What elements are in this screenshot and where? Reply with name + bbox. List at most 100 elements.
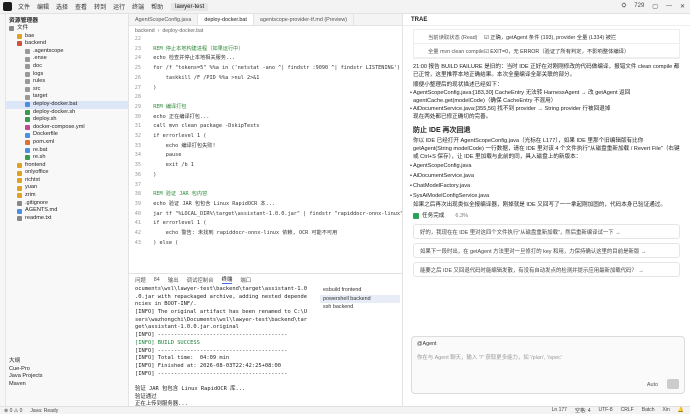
menu-item-view[interactable]: 查看 <box>75 2 87 11</box>
panel-tab[interactable]: 输出 <box>168 276 179 284</box>
tree-item[interactable]: .agentscope <box>6 48 128 56</box>
close-icon[interactable]: ✕ <box>680 3 685 10</box>
menu-item-go[interactable]: 转到 <box>94 2 106 11</box>
menu-item-select[interactable]: 选择 <box>56 2 68 11</box>
code-view[interactable]: 22 23 REM 停止本地构建进程（如果运行中） 24 echo 检查并停止本地相… <box>129 35 402 248</box>
cursor-position[interactable]: Ln 177 <box>552 407 567 414</box>
editor-tab[interactable]: agentscope-provider-tf.md (Preview) <box>254 14 355 25</box>
chat-input-placeholder[interactable]: 你在与 Agent 聊天，输入 "/" 获取更多能力，如 '/plan', '/… <box>417 353 562 361</box>
chat-input-box[interactable]: @Agent 你在与 Agent 聊天，输入 "/" 获取更多能力，如 '/pl… <box>411 336 685 394</box>
ide-window: 文件 编辑 选择 查看 转到 运行 终端 帮助 lawyer-test ⛭ 72… <box>0 0 690 414</box>
tree-item[interactable]: deploy-docker.bat <box>6 100 128 109</box>
tree-item[interactable]: logs <box>6 71 128 79</box>
tree-item[interactable]: docker-compose.yml <box>6 124 128 132</box>
panel-tab[interactable]: 调试控制台 <box>187 276 214 284</box>
tree-item[interactable]: target <box>6 93 128 101</box>
status-right: Ln 177 空格: 4 UTF-8 CRLF Batch Xin 🔔 <box>552 407 690 414</box>
tree-item[interactable]: AGENTS.md <box>6 207 128 215</box>
terminal-instance[interactable]: powershell backend <box>320 294 400 303</box>
menu-item-file[interactable]: 文件 <box>18 2 30 11</box>
line-number: 40 <box>134 210 141 217</box>
maximize-icon[interactable]: ▢ <box>652 3 658 10</box>
terminal-line: [INFO] Total time: 04:09 min <box>135 355 230 362</box>
suggestion-button[interactable]: 好的，我现在在 IDE 里对这四个文件执行"从磁盘重新加载"，然后重新编译试一下… <box>413 224 680 239</box>
suggestion-button[interactable]: 能要之后 IDE 又回退代码时能编辑发散，有没有自动发点的检测并提示应用最新加载… <box>413 262 680 277</box>
menu-item-edit[interactable]: 编辑 <box>37 2 49 11</box>
file-icon <box>17 170 22 176</box>
bell-icon[interactable]: 🔔 <box>678 407 684 414</box>
encoding[interactable]: UTF-8 <box>599 407 613 414</box>
tree-item[interactable]: bae <box>6 33 128 41</box>
tree-item[interactable]: src <box>6 86 128 94</box>
tree-item[interactable]: deploy.sh <box>6 116 128 124</box>
menu-item-terminal[interactable]: 终端 <box>132 2 144 11</box>
user-account[interactable]: Xin <box>663 407 670 414</box>
model-selector[interactable]: Auto <box>647 382 658 388</box>
line-number: 32 <box>134 133 141 140</box>
status-key: 当前读取状态 (Read) <box>428 34 478 41</box>
breadcrumb: backend › deploy-docker.bat <box>129 26 402 35</box>
java-status[interactable]: Java: Ready <box>30 408 58 414</box>
tree-item[interactable]: re.sh <box>6 154 128 162</box>
code-line: 41 if errorlevel 1 ( <box>129 219 402 229</box>
breadcrumb-file[interactable]: deploy-docker.bat <box>162 28 203 34</box>
minimize-icon[interactable]: — <box>666 3 672 10</box>
settings-icon[interactable]: ⛭ <box>621 3 626 10</box>
menu-item-help[interactable]: 帮助 <box>151 2 163 11</box>
file-icon <box>25 49 30 55</box>
editor-tab[interactable]: AgentScopeConfig.java <box>129 14 199 25</box>
tree-item[interactable]: readme.txt <box>6 215 128 223</box>
menu-item-run[interactable]: 运行 <box>113 2 125 11</box>
section-cue-pro[interactable]: Cue-Pro <box>6 366 128 374</box>
tree-item[interactable]: zrim <box>6 192 128 200</box>
ai-paragraph: 如果之后再次出现类似全报编译器，刚掉就是 IDE 又回写了一一拿起刚加固的，代码… <box>413 202 666 208</box>
status-table: 当前读取状态 (Read) ☑ 正确，getAgent 条件 (193), pro… <box>413 29 680 59</box>
indentation[interactable]: 空格: 4 <box>575 407 591 414</box>
panel-tab[interactable]: 84 <box>154 277 160 283</box>
ai-paragraph: 顺便小整理后的现状描述已经如下： <box>413 82 503 88</box>
suggestion-button[interactable]: 如果下一段时出，在 getAgent 方法里对一旦修打的 key 和用，力保持确… <box>413 243 680 258</box>
code-line: 40 jar tf "%LOCAL_DIR%\target\assistant-… <box>129 210 402 220</box>
language-mode[interactable]: Batch <box>642 407 655 414</box>
agent-chip[interactable]: @Agent <box>417 341 437 347</box>
project-switcher[interactable]: lawyer-test <box>171 2 209 11</box>
terminal-instance[interactable]: ssh backend <box>320 303 400 312</box>
tree-item[interactable]: richtxt <box>6 177 128 185</box>
breadcrumb-folder[interactable]: backend <box>135 28 155 34</box>
explorer-panel: 资源管理器 文件 bae backend .agentscope .ense doc log… <box>6 14 129 406</box>
terminal-instance[interactable]: esbuild frontend <box>320 286 400 295</box>
tree-item[interactable]: onlyoffice <box>6 169 128 177</box>
code-line: 35 exit /b 1 <box>129 161 402 171</box>
section-maven[interactable]: Maven <box>6 381 128 389</box>
tree-item[interactable]: Dockerfile <box>6 131 128 139</box>
tree-item[interactable]: .gitignore <box>6 200 128 208</box>
ai-paragraph: 21:00 报告 BUILD FAILURE 是旧的：当时 IDE 正好在对刚刚… <box>413 64 680 78</box>
terminal-output[interactable]: ocuments\wsl\lawyer-test\backend\target\… <box>135 286 318 406</box>
tree-item-label: docker-compose.yml <box>33 123 85 130</box>
send-button[interactable] <box>667 379 679 389</box>
panel-tab[interactable]: 端口 <box>240 276 251 284</box>
line-ending[interactable]: CRLF <box>621 407 634 414</box>
file-icon <box>25 140 30 146</box>
editor-tab[interactable]: deploy-docker.bat <box>198 14 254 25</box>
line-number: 24 <box>134 55 141 62</box>
section-outline[interactable]: 大纲 <box>6 358 128 366</box>
panel-tab[interactable]: 问题 <box>135 276 146 284</box>
tree-item[interactable]: rules <box>6 78 128 86</box>
file-icon <box>17 162 22 168</box>
list-item: AgentScopeConfig.java:[183,30] CacheEntr… <box>403 89 690 105</box>
tree-item[interactable]: re.bat <box>6 147 128 155</box>
tree-item[interactable]: doc <box>6 63 128 71</box>
tree-item[interactable]: frontend <box>6 162 128 170</box>
tree-item[interactable]: pom.xml <box>6 139 128 147</box>
tree-item[interactable]: deploy-docker.sh <box>6 109 128 117</box>
tree-item[interactable]: .ense <box>6 55 128 63</box>
section-java-projects[interactable]: Java Projects <box>6 373 128 381</box>
tree-item[interactable]: 文件 <box>6 25 128 33</box>
tree-item-label: re.sh <box>33 154 46 161</box>
tree-item[interactable]: backend <box>6 40 128 48</box>
problems-indicator[interactable]: ⊗ 0 ⚠ 0 <box>4 408 22 414</box>
tree-item[interactable]: yuan <box>6 184 128 192</box>
panel-tab[interactable]: 终端 <box>221 275 233 284</box>
tree-item-label: frontend <box>25 161 46 168</box>
